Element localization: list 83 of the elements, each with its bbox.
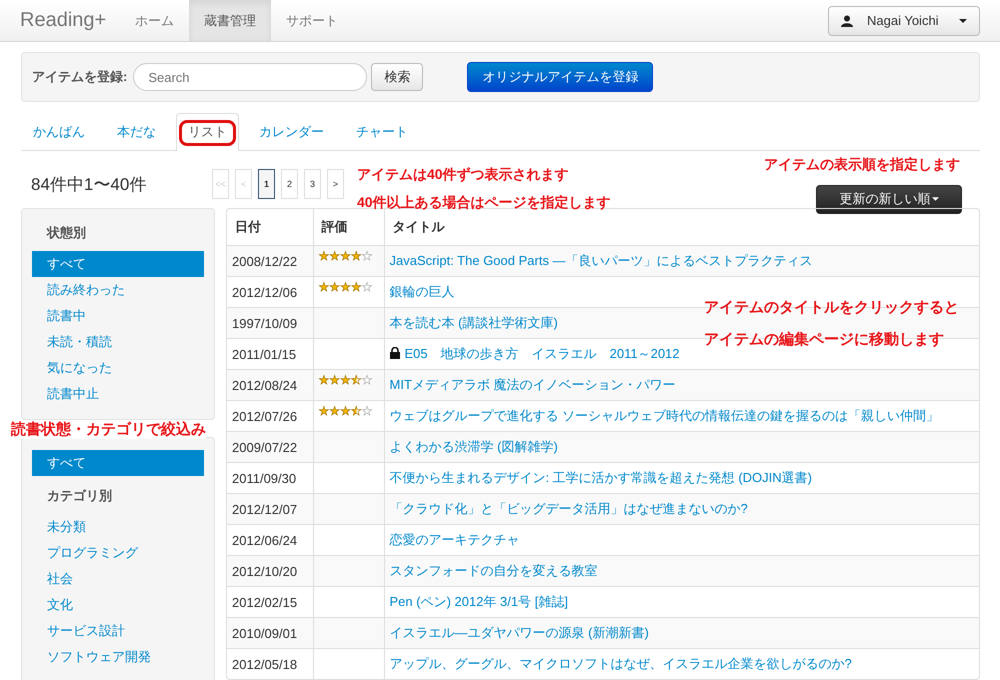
star-icon: ★ bbox=[350, 250, 362, 262]
star-icon: ★ bbox=[340, 250, 351, 262]
annotation-text: アイテムは40件ずつ表示されます bbox=[357, 165, 570, 184]
star-icon: ★ bbox=[362, 405, 372, 417]
caret-icon bbox=[932, 197, 938, 201]
star-icon: ★ bbox=[350, 281, 362, 293]
date-cell: 2009/07/22 bbox=[227, 431, 313, 462]
view-tab[interactable]: かんばん bbox=[21, 113, 97, 150]
sidebar-item[interactable]: 気になった bbox=[32, 355, 204, 381]
brand-logo[interactable]: Reading+ bbox=[20, 0, 106, 41]
user-icon bbox=[841, 14, 853, 26]
title-link[interactable]: Pen (ペン) 2012年 3/1号 [雑誌] bbox=[390, 594, 568, 609]
column-header: 日付 bbox=[234, 218, 262, 236]
date-cell: 2012/10/20 bbox=[227, 555, 313, 586]
sidebar-item[interactable]: サービス設計 bbox=[32, 618, 204, 644]
nav-link[interactable]: 蔵書管理 bbox=[189, 0, 272, 41]
nav-link[interactable]: サポート bbox=[271, 0, 354, 41]
star-icon: ★ bbox=[318, 374, 330, 386]
original-item-button[interactable]: オリジナルアイテムを登録 bbox=[467, 62, 654, 92]
page-link[interactable]: > bbox=[327, 169, 344, 199]
user-menu-button[interactable]: Nagai Yoichi bbox=[828, 6, 980, 36]
star-icon: ★ bbox=[329, 374, 340, 386]
date-cell: 2012/05/18 bbox=[227, 648, 313, 679]
caret-icon bbox=[959, 18, 967, 22]
title-link[interactable]: E05 地球の歩き方 イスラエル 2011～2012 bbox=[404, 346, 680, 361]
sidebar-item[interactable]: 未読・積読 bbox=[32, 329, 204, 355]
star-icon: ★ bbox=[329, 281, 340, 293]
sidebar-item[interactable]: ソフトウェア開発 bbox=[32, 644, 204, 670]
annotation-text: アイテムの編集ページに移動します bbox=[704, 330, 945, 350]
sidebar-heading: 状態別 bbox=[45, 224, 87, 242]
register-label: アイテムを登録: bbox=[32, 68, 128, 86]
date-cell: 2012/12/07 bbox=[227, 493, 313, 524]
title-link[interactable]: ウェブはグループで進化する ソーシャルウェブ時代の情報伝達の鍵を握るのは「親しい仲間」 bbox=[390, 408, 940, 423]
star-icon: ★ bbox=[362, 374, 372, 386]
title-link[interactable]: 本を読む本 (講談社学術文庫) bbox=[390, 315, 558, 330]
sidebar-item[interactable]: 文化 bbox=[32, 592, 204, 618]
sidebar-item[interactable]: 読み終わった bbox=[32, 277, 204, 303]
annotation-text: アイテムの表示順を指定します bbox=[764, 155, 960, 174]
star-icon: ★ bbox=[340, 374, 351, 386]
page-link[interactable]: 3 bbox=[304, 169, 321, 199]
page-link[interactable]: 2 bbox=[281, 169, 298, 199]
annotation-text: アイテムのタイトルをクリックすると bbox=[704, 298, 959, 318]
star-icon: ★ bbox=[329, 405, 340, 417]
star-icon: ★ bbox=[318, 281, 330, 293]
view-tab[interactable]: カレンダー bbox=[247, 113, 336, 150]
star-icon: ★ bbox=[340, 405, 351, 417]
sidebar-item[interactable]: すべて bbox=[32, 450, 204, 476]
date-cell: 2008/12/22 bbox=[227, 245, 313, 276]
star-icon: ★ bbox=[318, 250, 330, 262]
date-cell: 2012/08/24 bbox=[227, 369, 313, 400]
star-icon: ★ bbox=[362, 281, 372, 293]
title-link[interactable]: よくわかる渋滞学 (図解雑学) bbox=[390, 439, 558, 454]
view-tab[interactable]: 本だな bbox=[105, 113, 168, 150]
date-cell: 1997/10/09 bbox=[227, 307, 313, 338]
sidebar-item[interactable]: 読書中止 bbox=[32, 381, 204, 407]
star-icon: ★ bbox=[362, 250, 372, 262]
title-link[interactable]: アップル、グーグル、マイクロソフトはなぜ、イスラエル企業を欲しがるのか? bbox=[390, 656, 852, 671]
page-link: << bbox=[212, 169, 229, 199]
date-cell: 2010/09/01 bbox=[227, 617, 313, 648]
nav-link[interactable]: ホーム bbox=[120, 0, 190, 41]
sidebar-heading: カテゴリ別 bbox=[46, 487, 113, 505]
title-link[interactable]: 不便から生まれるデザイン: 工学に活かす常識を超えた発想 (DOJIN選書) bbox=[390, 470, 812, 485]
title-link[interactable]: 銀輪の巨人 bbox=[390, 284, 454, 299]
star-icon: ★ bbox=[329, 250, 340, 262]
title-link[interactable]: スタンフォードの自分を変える教室 bbox=[390, 563, 598, 578]
search-button[interactable]: 検索 bbox=[371, 63, 424, 91]
annotation-text: 読書状態・カテゴリで絞込み bbox=[11, 421, 206, 439]
annotation-text: 40件以上ある場合はページを指定します bbox=[357, 193, 611, 212]
page-link: < bbox=[235, 169, 252, 199]
sidebar-item[interactable]: 社会 bbox=[32, 566, 204, 592]
title-link[interactable]: 恋愛のアーキテクチャ bbox=[390, 532, 520, 547]
search-field[interactable]: Search bbox=[133, 63, 368, 91]
view-tab[interactable]: チャート bbox=[344, 113, 420, 150]
sidebar-item[interactable]: 読書中 bbox=[32, 303, 204, 329]
star-icon: ★ bbox=[318, 405, 330, 417]
sidebar-item[interactable]: すべて bbox=[32, 251, 204, 277]
star-icon: ★ bbox=[340, 281, 351, 293]
page-link[interactable]: 1 bbox=[258, 169, 275, 199]
view-tab[interactable]: リスト bbox=[176, 113, 239, 151]
sidebar-item[interactable]: 未分類 bbox=[32, 514, 204, 540]
sidebar-item[interactable]: プログラミング bbox=[32, 540, 204, 566]
sort-dropdown[interactable]: 更新の新しい順 bbox=[816, 184, 962, 214]
result-count: 84件中1〜40件 bbox=[30, 174, 148, 196]
